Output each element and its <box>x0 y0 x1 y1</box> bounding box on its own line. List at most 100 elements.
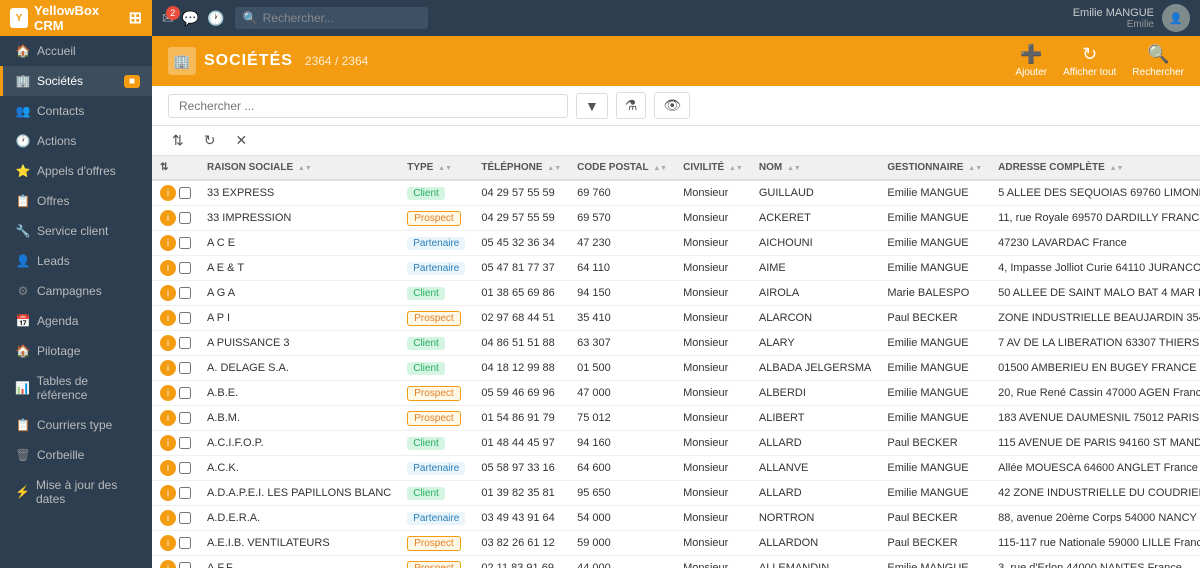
cell-nom-3: AIME <box>751 256 880 281</box>
app-logo[interactable]: Y YellowBox CRM ⊞ <box>0 0 152 36</box>
sidebar-item-corbeille[interactable]: 🗑 Corbeille <box>0 440 152 470</box>
filter-funnel-button[interactable]: ⚗ <box>616 92 647 119</box>
sidebar-item-accueil[interactable]: 🏠 Accueil <box>0 36 152 66</box>
cell-type-11: Partenaire <box>399 456 473 481</box>
row-checkbox-4[interactable] <box>179 287 191 299</box>
cell-civilite-13: Monsieur <box>675 506 751 531</box>
col-code-postal[interactable]: CODE POSTAL ▲▼ <box>569 156 675 180</box>
row-detail-btn-9[interactable]: i <box>160 410 176 426</box>
cell-raison-sociale-15: A.F.F. <box>199 556 399 568</box>
sidebar-icon-0: 🏠 <box>15 44 31 58</box>
topbar-search-wrap: 🔍 <box>235 7 1063 29</box>
search-button[interactable]: 🔍 Rechercher <box>1132 44 1184 78</box>
clock-icon[interactable]: 🕐 <box>207 10 224 27</box>
sidebar-item-service-client[interactable]: 🔧 Service client <box>0 216 152 246</box>
user-avatar[interactable]: 👤 <box>1162 4 1190 32</box>
sidebar-item-leads[interactable]: 👤 Leads <box>0 246 152 276</box>
sidebar-nav-left-10: 🏠 Pilotage <box>15 344 80 358</box>
row-detail-btn-0[interactable]: i <box>160 185 176 201</box>
row-checkbox-0[interactable] <box>179 187 191 199</box>
row-detail-btn-7[interactable]: i <box>160 360 176 376</box>
chat-icon[interactable]: 💬 <box>182 10 199 27</box>
row-checkbox-2[interactable] <box>179 237 191 249</box>
grid-icon[interactable]: ⊞ <box>129 8 142 28</box>
row-checkbox-8[interactable] <box>179 387 191 399</box>
row-checkbox-12[interactable] <box>179 487 191 499</box>
row-checkbox-9[interactable] <box>179 412 191 424</box>
row-detail-btn-15[interactable]: i <box>160 560 176 568</box>
row-checkbox-1[interactable] <box>179 212 191 224</box>
sort-button[interactable]: ⇅ <box>168 130 188 151</box>
col-gestionnaire[interactable]: GESTIONNAIRE ▲▼ <box>879 156 990 180</box>
col-nom[interactable]: NOM ▲▼ <box>751 156 880 180</box>
col-raison-sociale[interactable]: RAISON SOCIALE ▲▼ <box>199 156 399 180</box>
row-checkbox-14[interactable] <box>179 537 191 549</box>
topbar-search-input[interactable] <box>235 7 428 29</box>
sidebar-label-7: Leads <box>37 254 70 268</box>
cell-type-4: Client <box>399 281 473 306</box>
row-detail-btn-8[interactable]: i <box>160 385 176 401</box>
sidebar-nav-left-7: 👤 Leads <box>15 254 70 268</box>
col-civilite[interactable]: CIVILITÉ ▲▼ <box>675 156 751 180</box>
sidebar-item-contacts[interactable]: 👥 Contacts <box>0 96 152 126</box>
sidebar-item-mise--jour-des-dates[interactable]: ⚡ Mise à jour des dates <box>0 470 152 514</box>
row-detail-btn-6[interactable]: i <box>160 335 176 351</box>
row-detail-btn-4[interactable]: i <box>160 285 176 301</box>
filter-button[interactable]: ▼ <box>576 93 608 119</box>
cell-gestionnaire-2: Emilie MANGUE <box>879 231 990 256</box>
row-actions-12: i <box>152 481 199 506</box>
sidebar-item-tables-de-rfrence[interactable]: 📊 Tables de référence <box>0 366 152 410</box>
row-checkbox-7[interactable] <box>179 362 191 374</box>
sidebar-item-pilotage[interactable]: 🏠 Pilotage <box>0 336 152 366</box>
sidebar-label-0: Accueil <box>37 44 76 58</box>
row-detail-btn-11[interactable]: i <box>160 460 176 476</box>
sidebar-label-10: Pilotage <box>37 344 80 358</box>
refresh-button[interactable]: ↻ <box>200 130 220 151</box>
row-detail-btn-5[interactable]: i <box>160 310 176 326</box>
add-button[interactable]: ➕ Ajouter <box>1015 44 1047 78</box>
type-badge-14: Prospect <box>407 536 460 551</box>
columns-button[interactable]: ✕ <box>231 130 251 151</box>
sidebar-item-actions[interactable]: 🕐 Actions <box>0 126 152 156</box>
sidebar-item-campagnes[interactable]: ⚙ Campagnes <box>0 276 152 306</box>
row-detail-btn-13[interactable]: i <box>160 510 176 526</box>
row-checkbox-13[interactable] <box>179 512 191 524</box>
user-short-name: Emilie <box>1073 19 1154 30</box>
row-checkbox-11[interactable] <box>179 462 191 474</box>
eye-button[interactable]: 👁 <box>654 92 690 119</box>
sidebar-label-9: Agenda <box>37 314 78 328</box>
cell-type-6: Client <box>399 331 473 356</box>
mail-icon[interactable]: ✉ 2 <box>162 10 174 27</box>
sidebar-item-offres[interactable]: 📋 Offres <box>0 186 152 216</box>
sidebar-icon-8: ⚙ <box>15 284 31 298</box>
sidebar-item-appels-doffres[interactable]: ⭐ Appels d'offres <box>0 156 152 186</box>
row-detail-btn-2[interactable]: i <box>160 235 176 251</box>
cell-gestionnaire-8: Emilie MANGUE <box>879 381 990 406</box>
row-checkbox-15[interactable] <box>179 562 191 568</box>
sidebar-item-socits[interactable]: 🏢 Sociétés ■ <box>0 66 152 96</box>
row-detail-btn-1[interactable]: i <box>160 210 176 226</box>
topbar-icons: ✉ 2 💬 🕐 <box>162 10 225 27</box>
row-checkbox-3[interactable] <box>179 262 191 274</box>
row-checkbox-5[interactable] <box>179 312 191 324</box>
cell-civilite-9: Monsieur <box>675 406 751 431</box>
sidebar-label-5: Offres <box>37 194 69 208</box>
table-search-input[interactable] <box>168 94 568 118</box>
sidebar-item-courriers-type[interactable]: 📋 Courriers type <box>0 410 152 440</box>
sidebar-item-agenda[interactable]: 📅 Agenda <box>0 306 152 336</box>
row-detail-btn-10[interactable]: i <box>160 435 176 451</box>
row-detail-btn-12[interactable]: i <box>160 485 176 501</box>
col-type[interactable]: TYPE ▲▼ <box>399 156 473 180</box>
row-detail-btn-14[interactable]: i <box>160 535 176 551</box>
row-checkbox-6[interactable] <box>179 337 191 349</box>
col-telephone[interactable]: TÉLÉPHONE ▲▼ <box>473 156 569 180</box>
table-row: i A.E.I.B. VENTILATEURS Prospect 03 82 2… <box>152 531 1200 556</box>
row-detail-btn-3[interactable]: i <box>160 260 176 276</box>
cell-adresse-2: 47230 LAVARDAC France <box>990 231 1200 256</box>
cell-type-2: Partenaire <box>399 231 473 256</box>
cell-raison-sociale-9: A.B.M. <box>199 406 399 431</box>
type-badge-11: Partenaire <box>407 462 465 475</box>
show-all-button[interactable]: ↻ Afficher tout <box>1063 44 1116 78</box>
col-adresse[interactable]: ADRESSE COMPLÈTE ▲▼ <box>990 156 1200 180</box>
row-checkbox-10[interactable] <box>179 437 191 449</box>
